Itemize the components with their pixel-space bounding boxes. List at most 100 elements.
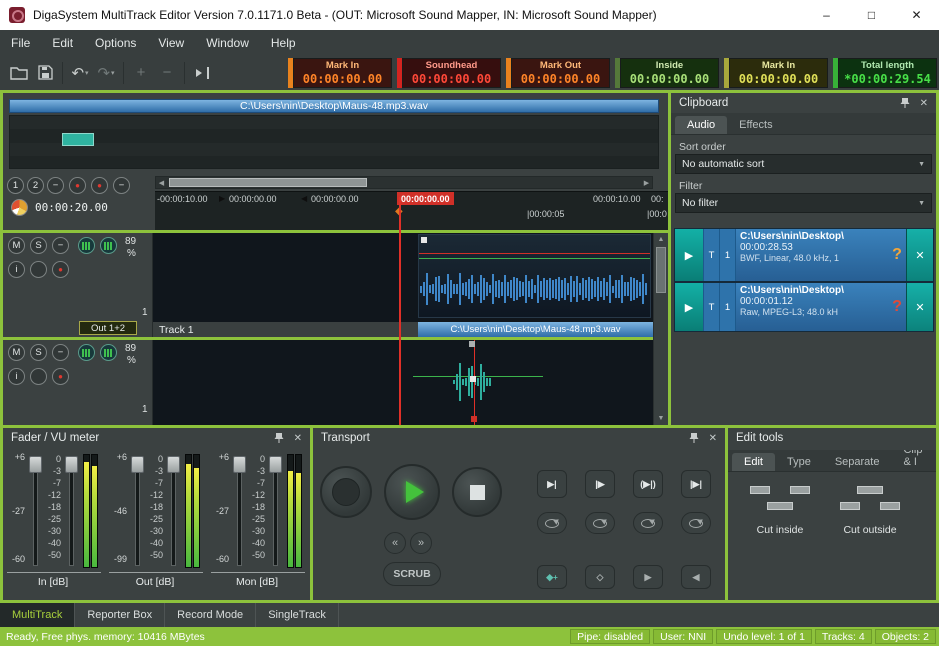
- clip-handle[interactable]: [421, 237, 427, 243]
- meter-a-button[interactable]: [78, 237, 95, 254]
- time-ruler[interactable]: -00:00:10.00 ▶ 00:00:00.00 ◀ 00:00:00.00…: [155, 191, 668, 231]
- track-file-bar[interactable]: C:\Users\nin\Desktop\Maus-48.mp3.wav: [418, 322, 653, 337]
- marker-handle[interactable]: [470, 376, 476, 382]
- record-marker-button[interactable]: ●: [69, 177, 86, 194]
- loop-1-button[interactable]: [537, 512, 567, 534]
- add-button[interactable]: +: [128, 60, 154, 86]
- vscroll-thumb[interactable]: [656, 247, 666, 293]
- play-button[interactable]: [384, 464, 440, 520]
- clipboard-item[interactable]: ▶ T 1 C:\Users\nin\Desktop\ 00:00:01.12 …: [675, 283, 933, 331]
- record-arm-button[interactable]: ●: [52, 261, 69, 278]
- tab-singletrack[interactable]: SingleTrack: [256, 603, 339, 627]
- overview-lanes[interactable]: [9, 115, 659, 169]
- scrub-button[interactable]: SCRUB: [383, 562, 441, 586]
- fader-knob-r[interactable]: [167, 456, 180, 473]
- scroll-up-icon[interactable]: ▲: [654, 233, 668, 246]
- collapse-button[interactable]: −: [52, 344, 69, 361]
- cut-inside-button[interactable]: Cut inside: [740, 482, 820, 566]
- output-routing-selector[interactable]: Out 1+2: [79, 321, 137, 335]
- item-info[interactable]: C:\Users\nin\Desktop\ 00:00:28.53 BWF, L…: [735, 229, 888, 281]
- open-button[interactable]: [6, 60, 32, 86]
- play-button[interactable]: ▶: [675, 283, 703, 331]
- remove-item-button[interactable]: ✕: [906, 229, 933, 281]
- hscroll-thumb[interactable]: [169, 178, 367, 187]
- audio-clip[interactable]: [418, 234, 651, 318]
- info-button[interactable]: i: [8, 261, 25, 278]
- remove-button[interactable]: −: [154, 60, 180, 86]
- save-button[interactable]: [32, 60, 58, 86]
- tab-audio[interactable]: Audio: [675, 116, 727, 134]
- lock-button[interactable]: [30, 368, 47, 385]
- clipboard-item[interactable]: ▶ T 1 C:\Users\nin\Desktop\ 00:00:28.53 …: [675, 229, 933, 281]
- next-marker-button[interactable]: ▶: [633, 565, 663, 589]
- loop-2-button[interactable]: [585, 512, 615, 534]
- scroll-right-icon[interactable]: ▶: [641, 177, 652, 188]
- lock-button[interactable]: [30, 261, 47, 278]
- scroll-down-icon[interactable]: ▼: [654, 412, 668, 425]
- record-button[interactable]: [320, 466, 372, 518]
- solo-button[interactable]: S: [30, 344, 47, 361]
- menu-edit[interactable]: Edit: [41, 30, 84, 55]
- tab-reporter-box[interactable]: Reporter Box: [75, 603, 165, 627]
- tab-multitrack[interactable]: MultiTrack: [0, 603, 75, 627]
- menu-file[interactable]: File: [0, 30, 41, 55]
- loop-4-button[interactable]: [681, 512, 711, 534]
- close-icon[interactable]: ✕: [920, 98, 928, 109]
- mute-button[interactable]: M: [8, 237, 25, 254]
- skip-back-button[interactable]: «: [384, 532, 406, 554]
- marker-handle[interactable]: [469, 341, 475, 347]
- play-selection-button[interactable]: |▶|: [681, 470, 711, 498]
- menu-window[interactable]: Window: [195, 30, 260, 55]
- add-marker-button[interactable]: ◆+: [537, 565, 567, 589]
- pin-icon[interactable]: [274, 432, 284, 444]
- remove-marker-button[interactable]: −: [113, 177, 130, 194]
- tab-edit[interactable]: Edit: [732, 453, 775, 471]
- skip-forward-button[interactable]: »: [410, 532, 432, 554]
- minimize-button[interactable]: –: [804, 0, 849, 30]
- goto-marker-button[interactable]: [189, 60, 215, 86]
- cut-outside-button[interactable]: Cut outside: [830, 482, 910, 566]
- collapse-button[interactable]: −: [52, 237, 69, 254]
- filter-select[interactable]: No filter ▼: [675, 193, 932, 213]
- overview-clip[interactable]: [62, 133, 94, 146]
- menu-help[interactable]: Help: [260, 30, 307, 55]
- play-button[interactable]: ▶: [675, 229, 703, 281]
- meter-b-button[interactable]: [100, 344, 117, 361]
- playhead-line[interactable]: [399, 197, 401, 425]
- pin-icon[interactable]: [900, 97, 910, 109]
- fader-knob-r[interactable]: [269, 456, 282, 473]
- info-button[interactable]: i: [8, 368, 25, 385]
- close-button[interactable]: ✕: [894, 0, 939, 30]
- scroll-left-icon[interactable]: ◀: [156, 177, 167, 188]
- meter-a-button[interactable]: [78, 344, 95, 361]
- record-marker-2-button[interactable]: ●: [91, 177, 108, 194]
- timeline-minus-button[interactable]: −: [47, 177, 64, 194]
- timeline-hscrollbar[interactable]: ◀ ▶: [155, 176, 653, 189]
- redo-button[interactable]: ↷▾: [93, 60, 119, 86]
- item-info[interactable]: C:\Users\nin\Desktop\ 00:00:01.12 Raw, M…: [735, 283, 888, 331]
- wheel-mode-icon[interactable]: [11, 199, 28, 216]
- tab-clip[interactable]: Clip & I: [891, 450, 936, 471]
- sort-order-select[interactable]: No automatic sort ▼: [675, 154, 932, 174]
- undo-button[interactable]: ↶▾: [67, 60, 93, 86]
- meter-b-button[interactable]: [100, 237, 117, 254]
- track-vscrollbar[interactable]: ▲ ▼: [653, 233, 668, 425]
- record-arm-button[interactable]: ●: [52, 368, 69, 385]
- timeline-button-2[interactable]: 2: [27, 177, 44, 194]
- solo-button[interactable]: S: [30, 237, 47, 254]
- close-icon[interactable]: ✕: [709, 433, 717, 444]
- tab-effects[interactable]: Effects: [727, 116, 784, 134]
- menu-options[interactable]: Options: [84, 30, 147, 55]
- marker-handle[interactable]: [471, 416, 477, 422]
- mute-button[interactable]: M: [8, 344, 25, 361]
- marker-button[interactable]: ◇: [585, 565, 615, 589]
- fader-knob-r[interactable]: [65, 456, 78, 473]
- remove-item-button[interactable]: ✕: [906, 283, 933, 331]
- tab-separate[interactable]: Separate: [823, 453, 892, 471]
- clip-red-line[interactable]: [419, 253, 650, 254]
- pin-icon[interactable]: [689, 432, 699, 444]
- overview-file-bar[interactable]: C:\Users\nin\Desktop\Maus-48.mp3.wav: [9, 99, 659, 113]
- timeline-button-1[interactable]: 1: [7, 177, 24, 194]
- maximize-button[interactable]: □: [849, 0, 894, 30]
- loop-3-button[interactable]: [633, 512, 663, 534]
